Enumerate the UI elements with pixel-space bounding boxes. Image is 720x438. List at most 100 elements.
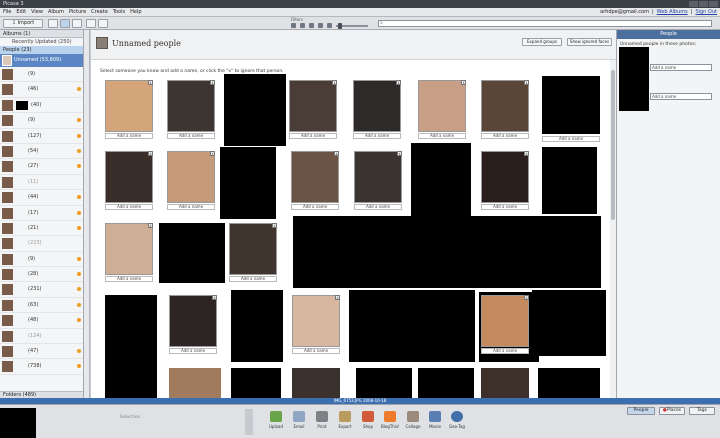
menu-create[interactable]: Create [91, 8, 108, 16]
ignore-face-button[interactable]: x [148, 223, 153, 228]
person-row[interactable]: (9) [0, 252, 83, 268]
expand-groups-button[interactable]: Expand groups [522, 38, 562, 46]
star-filter-icon[interactable] [291, 23, 296, 28]
add-name-field[interactable]: Add a name [105, 133, 153, 139]
movie-tool[interactable]: Movie [426, 411, 444, 429]
ignore-face-button[interactable]: x [334, 151, 339, 156]
add-name-field[interactable]: Add a name [169, 348, 217, 354]
face-tile[interactable]: x Add a name [354, 151, 402, 210]
person-row[interactable]: (231) [0, 282, 83, 298]
person-row[interactable]: (46) [0, 82, 83, 98]
face-tile[interactable]: x Add a name [289, 80, 337, 139]
person-row[interactable]: (11) [0, 175, 83, 191]
person-row[interactable]: (47) [0, 344, 83, 360]
slider-knob[interactable] [338, 22, 342, 29]
upload-tool[interactable]: Upload [267, 411, 285, 429]
search-input[interactable]: ⌕ [378, 20, 712, 27]
menu-picture[interactable]: Picture [69, 8, 86, 16]
add-name-field[interactable]: Add a name [167, 133, 215, 139]
menu-file[interactable]: File [3, 8, 11, 16]
ignore-face-button[interactable]: x [210, 80, 215, 85]
face-tile[interactable]: x Add a name [169, 295, 217, 354]
folders-section-header[interactable]: Folders (489) [0, 391, 83, 398]
person-row[interactable]: (17) [0, 206, 83, 221]
tray-controls[interactable] [245, 409, 253, 435]
shop-tool[interactable]: Shop [359, 411, 377, 429]
timeline-view-button[interactable] [72, 19, 82, 28]
add-name-field[interactable]: Add a name [481, 133, 529, 139]
add-name-field[interactable]: Add a name [105, 204, 153, 210]
ignore-face-button[interactable]: x [212, 295, 217, 300]
geo-filter-icon[interactable] [327, 23, 332, 28]
ignore-face-button[interactable]: x [272, 223, 277, 228]
ignore-face-button[interactable]: x [332, 80, 337, 85]
person-row[interactable]: (48) [0, 313, 83, 329]
blogthis-tool[interactable]: BlogThis! [381, 411, 400, 429]
ignore-face-button[interactable]: x [524, 295, 529, 300]
sign-out-link[interactable]: Sign Out [695, 8, 717, 17]
person-row[interactable]: (124) [0, 329, 83, 345]
face-tile[interactable]: x Add a name [418, 80, 466, 139]
geotag-tool[interactable]: Geo-Tag [448, 411, 466, 429]
person-row[interactable]: (54) [0, 144, 83, 160]
albums-section-header[interactable]: Albums (1) [0, 30, 83, 38]
person-row[interactable]: (44) [0, 190, 83, 206]
ignore-face-button[interactable]: x [335, 295, 340, 300]
maximize-button[interactable] [699, 1, 708, 7]
view-mode-button[interactable] [48, 19, 58, 28]
add-name-field[interactable]: Add a name [353, 133, 401, 139]
ignore-face-button[interactable]: x [397, 151, 402, 156]
add-name-field[interactable]: Add a name [289, 133, 337, 139]
add-name-field[interactable]: Add a name [418, 133, 466, 139]
ignore-face-button[interactable]: x [461, 80, 466, 85]
menu-album[interactable]: Album [48, 8, 64, 16]
person-row[interactable]: (223) [0, 236, 83, 252]
face-tile[interactable]: x Add a name [167, 151, 215, 210]
email-tool[interactable]: Email [290, 411, 308, 429]
person-row[interactable]: (21) [0, 221, 83, 237]
menu-edit[interactable]: Edit [16, 8, 26, 16]
person-row[interactable]: (63) [0, 298, 83, 314]
import-button[interactable]: ⇩ Import [3, 19, 43, 28]
face-tile[interactable]: x Add a name [481, 80, 529, 139]
menu-view[interactable]: View [31, 8, 43, 16]
add-name-field[interactable]: Add a name [105, 276, 153, 282]
ignore-face-button[interactable]: x [524, 151, 529, 156]
face-tile[interactable]: x Add a name [291, 151, 339, 210]
people-section-header[interactable]: People (23) [0, 46, 83, 54]
face-tile[interactable]: x Add a name [481, 295, 529, 354]
add-name-field[interactable]: Add a name [292, 348, 340, 354]
close-button[interactable] [709, 1, 718, 7]
face-tile[interactable]: x Add a name [292, 295, 340, 354]
person-row[interactable]: (9) [0, 113, 83, 129]
sort-button[interactable] [86, 19, 96, 28]
date-filter-slider[interactable] [336, 22, 368, 29]
face-tile[interactable]: x Add a name [229, 223, 277, 282]
face-tile[interactable]: x Add a name [105, 80, 153, 139]
menu-tools[interactable]: Tools [113, 8, 125, 16]
tab-tags[interactable]: Tags [689, 407, 715, 415]
ignore-face-button[interactable]: x [210, 151, 215, 156]
add-name-field[interactable]: Add a name [167, 204, 215, 210]
ignore-face-button[interactable]: x [148, 80, 153, 85]
add-name-field[interactable]: Add a name [481, 204, 529, 210]
add-name-field[interactable]: Add a name [542, 136, 600, 142]
upload-filter-icon[interactable] [300, 23, 305, 28]
movie-filter-icon[interactable] [309, 23, 314, 28]
new-album-button[interactable] [98, 19, 108, 28]
minimize-button[interactable] [689, 1, 698, 7]
person-row[interactable]: (27) [0, 159, 83, 175]
add-name-field[interactable]: Add a name [650, 64, 712, 71]
ignore-face-button[interactable]: x [396, 80, 401, 85]
tab-people[interactable]: People [627, 407, 655, 415]
face-tile[interactable]: x Add a name [105, 223, 153, 282]
sidebar-scrollbar[interactable] [84, 30, 90, 398]
show-ignored-faces-button[interactable]: Show ignored faces [567, 38, 612, 46]
export-tool[interactable]: Export [336, 411, 354, 429]
grid-view-button[interactable] [60, 19, 70, 28]
add-name-field[interactable]: Add a name [650, 93, 712, 100]
print-tool[interactable]: Print [313, 411, 331, 429]
sidebar-item-unnamed[interactable]: Unnamed (53,809) [0, 54, 83, 67]
web-albums-link[interactable]: Web Albums [657, 8, 688, 17]
add-name-field[interactable]: Add a name [291, 204, 339, 210]
